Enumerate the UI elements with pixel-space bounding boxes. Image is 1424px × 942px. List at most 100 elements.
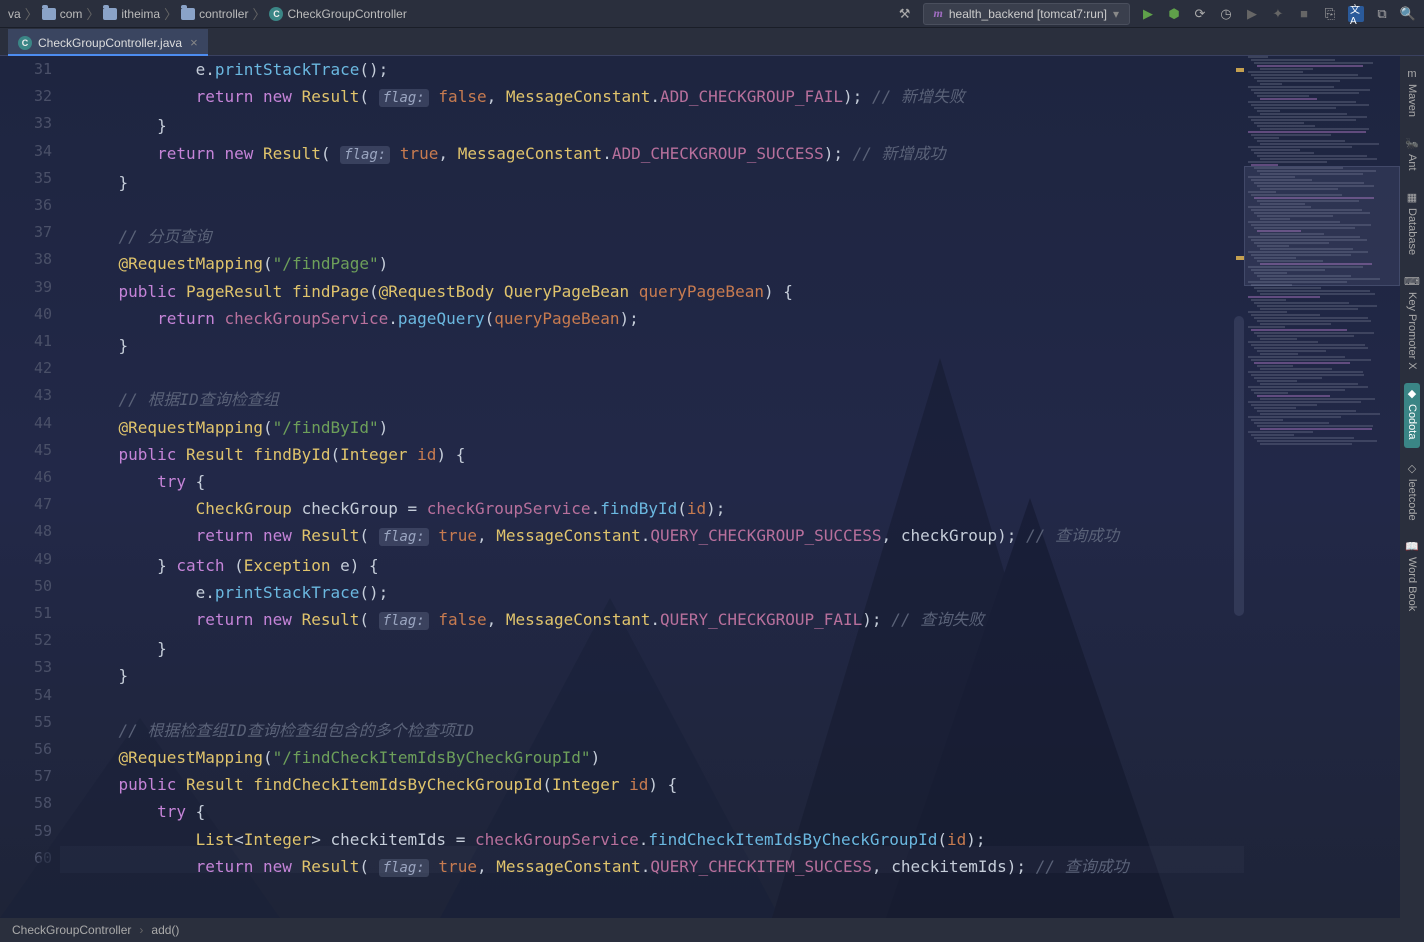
breadcrumb-item[interactable]: com [38, 7, 87, 21]
line-number[interactable]: 38 [0, 246, 52, 273]
code-line[interactable]: } [80, 169, 1424, 196]
code-line[interactable] [80, 359, 1424, 386]
code-line[interactable] [80, 196, 1424, 223]
code-line[interactable]: e.printStackTrace(); [80, 56, 1424, 83]
window-icon[interactable]: ⧉ [1374, 6, 1390, 22]
code-line[interactable]: @RequestMapping("/findPage") [80, 250, 1424, 277]
line-number[interactable]: 52 [0, 627, 52, 654]
tool-maven[interactable]: mMaven [1404, 62, 1420, 123]
line-number[interactable]: 31 [0, 56, 52, 83]
line-number[interactable]: 37 [0, 219, 52, 246]
code-line[interactable] [80, 690, 1424, 717]
code-line[interactable]: CheckGroup checkGroup = checkGroupServic… [80, 495, 1424, 522]
token-cm: // 分页查询 [119, 227, 212, 246]
status-crumb2[interactable]: add() [151, 923, 179, 937]
vcs-icon[interactable]: ⎘ [1322, 6, 1338, 22]
code-line[interactable]: return new Result( flag: false, MessageC… [80, 83, 1424, 112]
tool-key-promoter-x[interactable]: ⌨Key Promoter X [1402, 269, 1422, 376]
scrollbar-thumb[interactable] [1234, 316, 1244, 616]
line-number[interactable]: 39 [0, 274, 52, 301]
line-number[interactable]: 44 [0, 410, 52, 437]
line-number[interactable]: 60 [0, 845, 52, 872]
run-icon[interactable]: ▶ [1140, 6, 1156, 22]
code-line[interactable]: try { [80, 798, 1424, 825]
close-icon[interactable]: × [190, 35, 198, 50]
token-an: @RequestMapping [119, 418, 264, 437]
line-number[interactable]: 43 [0, 382, 52, 409]
token-an: @RequestBody [379, 282, 504, 301]
search-icon[interactable]: 🔍 [1400, 6, 1416, 22]
run-config-dropdown[interactable]: m health_backend [tomcat7:run] ▾ [923, 3, 1130, 25]
code-line[interactable]: // 根据ID查询检查组 [80, 386, 1424, 413]
line-number[interactable]: 48 [0, 518, 52, 545]
line-gutter[interactable]: 3132333435363738394041424344454647484950… [0, 56, 60, 918]
line-number[interactable]: 51 [0, 600, 52, 627]
code-line[interactable]: try { [80, 468, 1424, 495]
code-area[interactable]: e.printStackTrace(); return new Result( … [60, 56, 1424, 918]
line-number[interactable]: 32 [0, 83, 52, 110]
line-number[interactable]: 35 [0, 165, 52, 192]
code-line[interactable]: @RequestMapping("/findById") [80, 414, 1424, 441]
line-number[interactable]: 57 [0, 763, 52, 790]
status-crumb1[interactable]: CheckGroupController [12, 923, 131, 937]
code-line[interactable]: } [80, 112, 1424, 139]
token-hint: flag: [379, 89, 429, 107]
line-number[interactable]: 34 [0, 138, 52, 165]
debug-icon[interactable]: ⬢ [1166, 6, 1182, 22]
translate-icon[interactable]: 文A [1348, 6, 1364, 22]
code-line[interactable]: return new Result( flag: true, MessageCo… [80, 140, 1424, 169]
line-number[interactable]: 36 [0, 192, 52, 219]
breadcrumb-item[interactable]: controller [177, 7, 252, 21]
breadcrumb-item[interactable]: va [4, 7, 25, 21]
token-op: ) { [764, 282, 793, 301]
editor[interactable]: 3132333435363738394041424344454647484950… [0, 56, 1424, 918]
line-number[interactable]: 42 [0, 355, 52, 382]
line-number[interactable]: 40 [0, 301, 52, 328]
build-icon[interactable]: ⚒ [897, 6, 913, 22]
code-line[interactable]: List<Integer> checkitemIds = checkGroupS… [80, 826, 1424, 853]
code-line[interactable]: return new Result( flag: true, MessageCo… [80, 522, 1424, 551]
line-number[interactable]: 59 [0, 818, 52, 845]
line-number[interactable]: 55 [0, 709, 52, 736]
code-line[interactable]: } [80, 662, 1424, 689]
stop-icon[interactable]: ■ [1296, 6, 1312, 22]
code-line[interactable]: } catch (Exception e) { [80, 552, 1424, 579]
tool-database[interactable]: ▦Database [1404, 185, 1420, 261]
line-number[interactable]: 54 [0, 682, 52, 709]
code-line[interactable]: return new Result( flag: false, MessageC… [80, 606, 1424, 635]
profile-icon[interactable]: ◷ [1218, 6, 1234, 22]
minimap-viewport[interactable] [1244, 166, 1400, 286]
code-line[interactable]: } [80, 635, 1424, 662]
line-number[interactable]: 33 [0, 110, 52, 137]
code-line[interactable]: // 根据检查组ID查询检查组包含的多个检查项ID [80, 717, 1424, 744]
token-param: queryPageBean [494, 309, 619, 328]
code-line[interactable]: } [80, 332, 1424, 359]
line-number[interactable]: 49 [0, 546, 52, 573]
code-line[interactable]: // 分页查询 [80, 223, 1424, 250]
line-number[interactable]: 53 [0, 654, 52, 681]
line-number[interactable]: 56 [0, 736, 52, 763]
breadcrumb-item[interactable]: CCheckGroupController [265, 7, 410, 21]
attach-icon[interactable]: ▶ [1244, 6, 1260, 22]
code-line[interactable]: public PageResult findPage(@RequestBody … [80, 278, 1424, 305]
misc-icon[interactable]: ✦ [1270, 6, 1286, 22]
tool-codota[interactable]: ◆Codota [1404, 383, 1420, 447]
code-line[interactable]: return checkGroupService.pageQuery(query… [80, 305, 1424, 332]
line-number[interactable]: 46 [0, 464, 52, 491]
tool-ant[interactable]: 🐜Ant [1403, 131, 1421, 177]
line-number[interactable]: 45 [0, 437, 52, 464]
tool-word-book[interactable]: 📖Word Book [1403, 534, 1421, 617]
breadcrumb-item[interactable]: itheima [99, 7, 164, 21]
code-line[interactable]: public Result findById(Integer id) { [80, 441, 1424, 468]
line-number[interactable]: 47 [0, 491, 52, 518]
tool-leetcode[interactable]: ◇leetcode [1404, 456, 1420, 527]
line-number[interactable]: 41 [0, 328, 52, 355]
code-line[interactable]: public Result findCheckItemIdsByCheckGro… [80, 771, 1424, 798]
line-number[interactable]: 50 [0, 573, 52, 600]
run-coverage-icon[interactable]: ⟳ [1192, 6, 1208, 22]
file-tab[interactable]: C CheckGroupController.java × [8, 29, 208, 55]
code-line[interactable]: @RequestMapping("/findCheckItemIdsByChec… [80, 744, 1424, 771]
code-line[interactable]: e.printStackTrace(); [80, 579, 1424, 606]
code-line[interactable]: return new Result( flag: true, MessageCo… [80, 853, 1424, 882]
line-number[interactable]: 58 [0, 790, 52, 817]
